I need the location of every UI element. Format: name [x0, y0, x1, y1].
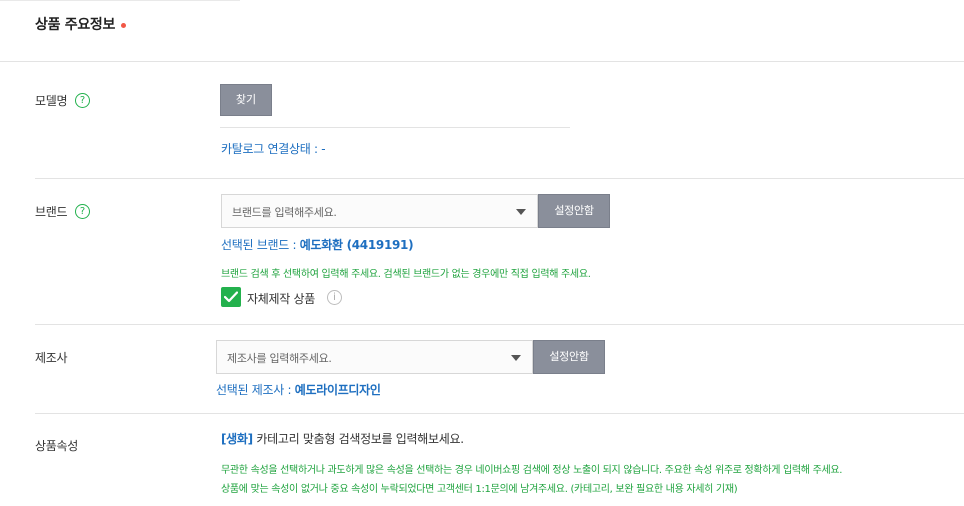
brand-select[interactable]: 브랜드를 입력해주세요.: [221, 194, 538, 228]
attributes-label: 상품속성: [35, 439, 78, 453]
self-made-checkbox[interactable]: [221, 287, 241, 307]
selected-brand-value: 예도화환 (4419191): [299, 238, 414, 252]
brand-none-button[interactable]: 설정안함: [538, 194, 610, 228]
section-title: 상품 주요정보: [35, 17, 116, 33]
attributes-note-1: 무관한 속성을 선택하거나 과도하게 많은 속성을 선택하는 경우 네이버쇼핑 …: [221, 465, 843, 476]
attributes-note-2: 상품에 맞는 속성이 없거나 중요 속성이 누락되었다면 고객센터 1:1문의에…: [221, 484, 738, 495]
selected-manufacturer-value: 예도라이프디자인: [294, 383, 381, 397]
selected-brand: 선택된 브랜드 : 예도화환 (4419191): [221, 236, 414, 253]
brand-note: 브랜드 검색 후 선택하여 입력해 주세요. 검색된 브랜드가 없는 경우에만 …: [221, 269, 591, 280]
manufacturer-select[interactable]: 제조사를 입력해주세요.: [216, 340, 533, 374]
model-label: 모델명: [35, 94, 68, 108]
row-divider: [35, 413, 964, 414]
self-made-label: 자체제작 상품: [247, 292, 315, 306]
find-model-button[interactable]: 찾기: [220, 84, 272, 116]
catalog-status: 카탈로그 연결상태 : -: [221, 142, 326, 156]
caret-down-icon: [516, 209, 526, 215]
row-divider: [35, 324, 964, 325]
attributes-headline-text: 카테고리 맞춤형 검색정보를 입력해보세요.: [252, 432, 464, 446]
attributes-headline: [생화] 카테고리 맞춤형 검색정보를 입력해보세요.: [221, 430, 464, 447]
brand-select-placeholder: 브랜드를 입력해주세요.: [232, 206, 337, 219]
brand-label: 브랜드: [35, 205, 68, 219]
manufacturer-none-button[interactable]: 설정안함: [533, 340, 605, 374]
selected-brand-prefix: 선택된 브랜드 :: [221, 238, 300, 252]
brand-help-icon[interactable]: ?: [75, 204, 90, 219]
manufacturer-label: 제조사: [35, 351, 68, 365]
selected-manufacturer-prefix: 선택된 제조사 :: [216, 383, 295, 397]
attributes-tag: [생화]: [221, 432, 253, 446]
model-help-icon[interactable]: ?: [75, 93, 90, 108]
required-indicator: [121, 23, 126, 28]
section-header: 상품 주요정보: [0, 0, 964, 62]
checkmark-icon: [224, 291, 238, 303]
model-divider: [220, 127, 570, 128]
row-divider: [35, 178, 964, 179]
caret-down-icon: [511, 355, 521, 361]
info-circle-icon[interactable]: i: [327, 290, 342, 305]
selected-manufacturer: 선택된 제조사 : 예도라이프디자인: [216, 381, 381, 398]
manufacturer-select-placeholder: 제조사를 입력해주세요.: [227, 352, 332, 365]
